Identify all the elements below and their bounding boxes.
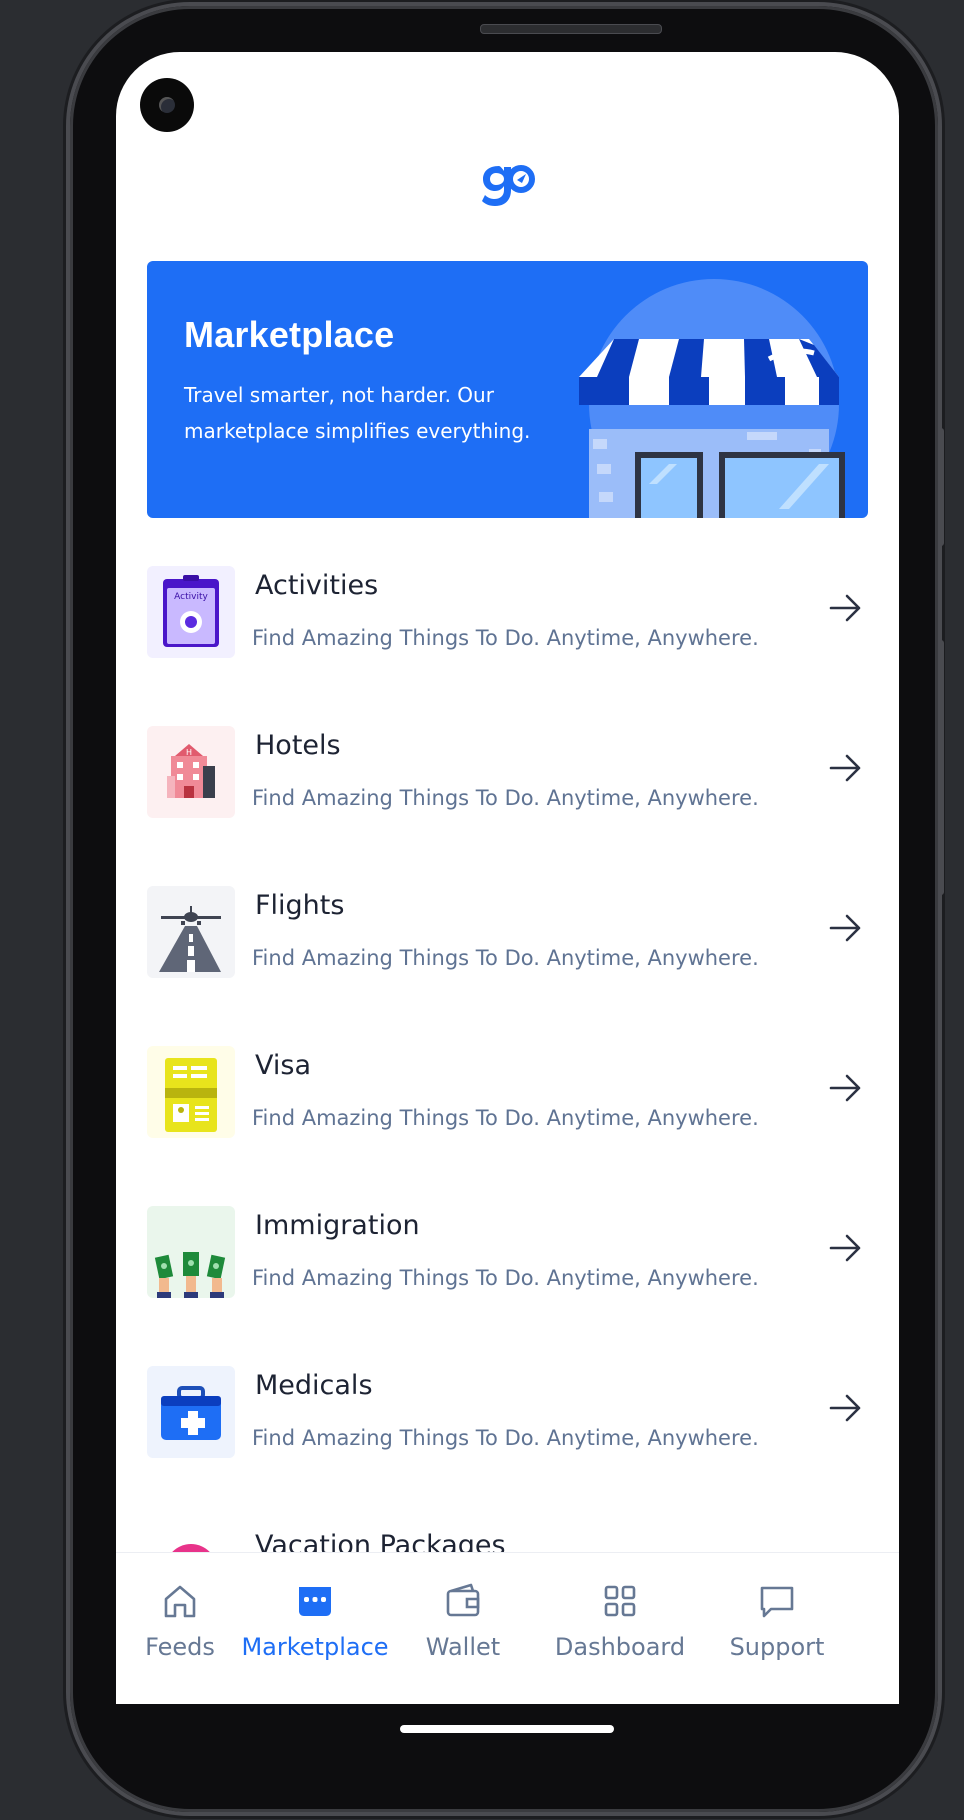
- home-indicator[interactable]: [400, 1725, 614, 1733]
- banner-subtitle: Travel smarter, not harder. Our marketpl…: [184, 383, 531, 443]
- arrow-right-icon[interactable]: [827, 1070, 863, 1106]
- marketplace-banner[interactable]: Marketplace Travel smarter, not harder. …: [147, 261, 868, 518]
- volume-button: [938, 640, 944, 895]
- app-screen: Marketplace Travel smarter, not harder. …: [116, 52, 899, 1704]
- store-icon: [299, 1587, 331, 1616]
- arrow-right-icon[interactable]: [827, 590, 863, 626]
- arrow-right-icon[interactable]: [827, 750, 863, 786]
- grid-icon: [604, 1585, 636, 1617]
- chat-icon: [760, 1586, 794, 1618]
- nav-item-wallet[interactable]: Wallet: [388, 1581, 538, 1661]
- service-subtitle: Find Amazing Things To Do. Anytime, Anyw…: [252, 1266, 759, 1290]
- banner-title: Marketplace: [184, 314, 395, 355]
- go-logo-icon[interactable]: [479, 160, 535, 208]
- arrow-right-icon[interactable]: [827, 910, 863, 946]
- service-title: Flights: [255, 890, 345, 921]
- storefront-illustration: [579, 279, 845, 518]
- home-icon: [164, 1585, 196, 1618]
- nav-label: Wallet: [425, 1633, 501, 1661]
- nav-label: Support: [729, 1633, 825, 1661]
- activity-pass-icon: Activity: [147, 566, 235, 658]
- service-item-visa[interactable]: Visa Find Amazing Things To Do. Anytime,…: [147, 1040, 867, 1138]
- service-title: Immigration: [255, 1210, 420, 1241]
- service-title: Hotels: [255, 730, 341, 761]
- immigration-cash-icon: [147, 1206, 235, 1298]
- medical-kit-icon: [147, 1366, 235, 1458]
- nav-item-marketplace[interactable]: Marketplace: [230, 1581, 400, 1661]
- hotel-thumb-label: H: [186, 748, 192, 757]
- wallet-icon: [446, 1583, 480, 1617]
- service-subtitle: Find Amazing Things To Do. Anytime, Anyw…: [252, 786, 759, 810]
- nav-label: Dashboard: [554, 1633, 686, 1661]
- service-item-medicals[interactable]: Medicals Find Amazing Things To Do. Anyt…: [147, 1360, 867, 1458]
- service-item-activities[interactable]: Activity Activities Find Amazing Things …: [147, 560, 867, 658]
- arrow-right-icon[interactable]: [827, 1390, 863, 1426]
- service-subtitle: Find Amazing Things To Do. Anytime, Anyw…: [252, 626, 759, 650]
- nav-item-dashboard[interactable]: Dashboard: [535, 1581, 705, 1661]
- power-button: [938, 428, 944, 546]
- service-item-flights[interactable]: Flights Find Amazing Things To Do. Anyti…: [147, 880, 867, 978]
- service-subtitle: Find Amazing Things To Do. Anytime, Anyw…: [252, 1426, 759, 1450]
- airplane-runway-icon: [147, 886, 235, 978]
- service-title: Visa: [255, 1050, 311, 1081]
- nav-label: Marketplace: [241, 1633, 389, 1661]
- service-title: Medicals: [255, 1370, 373, 1401]
- hotel-building-icon: H: [147, 726, 235, 818]
- earpiece-speaker: [480, 24, 662, 34]
- front-camera: [140, 78, 194, 132]
- activity-thumb-label: Activity: [174, 592, 208, 602]
- nav-item-support[interactable]: Support: [702, 1581, 852, 1661]
- arrow-right-icon[interactable]: [827, 1230, 863, 1266]
- visa-document-icon: [147, 1046, 235, 1138]
- service-title: Activities: [255, 570, 379, 601]
- bottom-navigation: Feeds Marketplace Wallet Dashboard Suppo…: [116, 1552, 899, 1704]
- service-item-hotels[interactable]: H Hotels Find Amazing Things To Do. Anyt…: [147, 720, 867, 818]
- service-subtitle: Find Amazing Things To Do. Anytime, Anyw…: [252, 1106, 759, 1130]
- service-item-immigration[interactable]: Immigration Find Amazing Things To Do. A…: [147, 1200, 867, 1298]
- service-subtitle: Find Amazing Things To Do. Anytime, Anyw…: [252, 946, 759, 970]
